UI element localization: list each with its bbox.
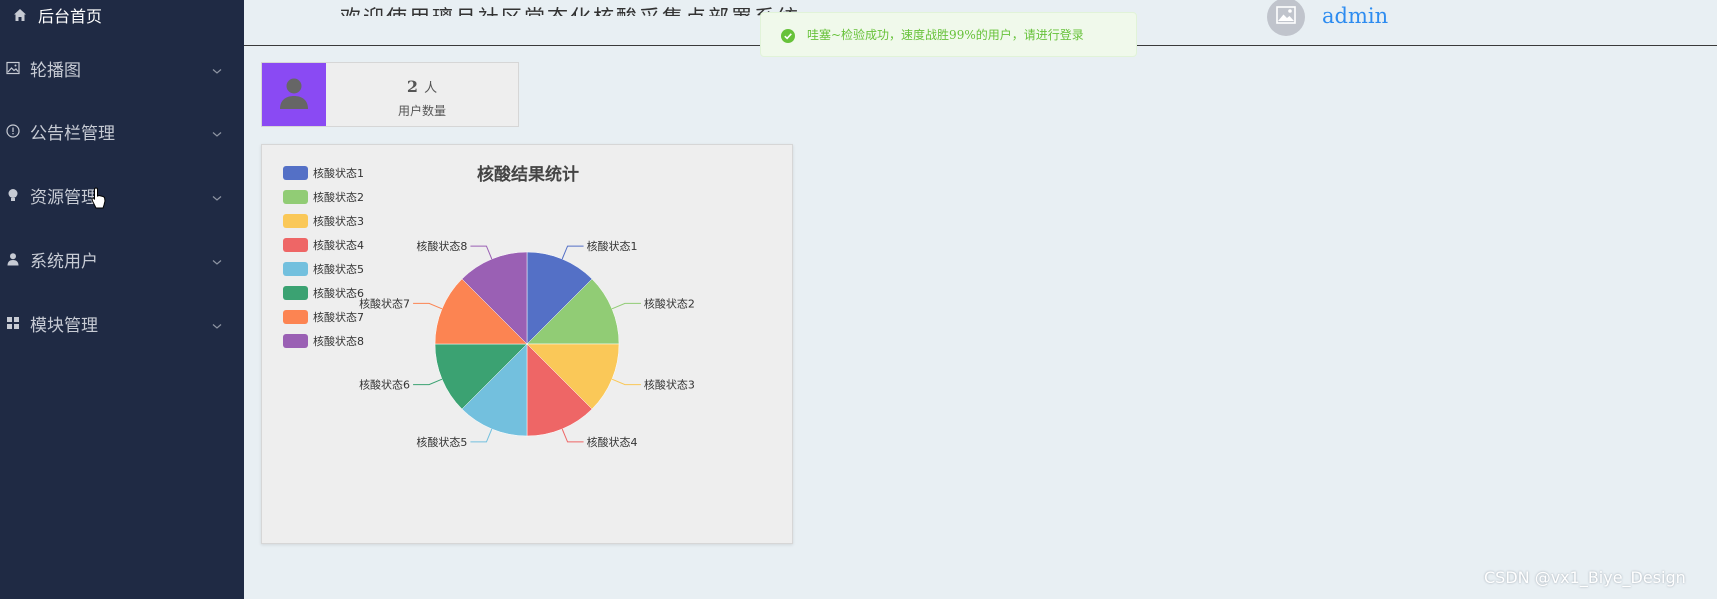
slice-label: 核酸状态3 <box>644 378 695 392</box>
legend-label[interactable]: 核酸状态2 <box>313 190 364 204</box>
sidebar-home-label: 后台首页 <box>38 7 103 26</box>
label-leader-line <box>413 378 443 386</box>
slice-label: 核酸状态4 <box>587 435 638 449</box>
sidebar: 后台首页 轮播图 公告栏管理 资源管理 系统用户 模块管理 <box>0 0 244 599</box>
sidebar-item-notice[interactable]: 公告栏管理 <box>0 111 244 151</box>
check-circle-icon <box>781 28 795 43</box>
sidebar-item-resources[interactable]: 资源管理 <box>0 175 244 215</box>
watermark: CSDN @vx1_Biye_Design <box>1484 568 1686 587</box>
pie-slices <box>434 251 620 437</box>
sidebar-item-label: 系统用户 <box>30 251 98 272</box>
slice-label: 核酸状态8 <box>416 239 467 253</box>
legend-label[interactable]: 核酸状态6 <box>313 286 364 300</box>
user-count-card: 2人 用户数量 <box>261 62 519 127</box>
sidebar-item-label: 资源管理 <box>30 187 98 208</box>
user-count-label: 用户数量 <box>397 104 446 118</box>
label-leader-line <box>611 302 641 310</box>
slice-label: 核酸状态7 <box>359 296 410 310</box>
label-leader-line <box>611 378 641 386</box>
home-icon <box>12 7 28 23</box>
sidebar-item-label: 公告栏管理 <box>30 123 115 144</box>
chevron-down-icon <box>211 317 223 329</box>
pie-chart: 核酸结果统计 核酸状态1核酸状态2核酸状态3核酸状态4核酸状态5核酸状态6核酸状… <box>283 164 695 449</box>
legend-label[interactable]: 核酸状态7 <box>313 310 364 324</box>
user-count: 2人 <box>326 77 518 96</box>
legend-label[interactable]: 核酸状态5 <box>313 262 364 276</box>
sidebar-item-carousel[interactable]: 轮播图 <box>0 48 244 88</box>
image-icon <box>5 60 21 76</box>
slice-label: 核酸状态6 <box>359 378 410 392</box>
legend-swatch[interactable] <box>283 190 308 204</box>
user-count-unit: 人 <box>424 81 438 96</box>
grid-icon <box>5 315 21 331</box>
chart-title: 核酸结果统计 <box>477 164 579 185</box>
image-placeholder-icon <box>1276 6 1296 28</box>
legend-swatch[interactable] <box>283 214 308 228</box>
slice-label: 核酸状态1 <box>587 239 638 253</box>
label-leader-line <box>470 428 493 443</box>
legend-swatch[interactable] <box>283 334 308 348</box>
chart-card: 核酸结果统计 核酸状态1 核酸状态2 核酸状态3 核酸状态4 核酸状态5 核酸状态6 核酸状… <box>261 144 793 544</box>
legend-label[interactable]: 核酸状态3 <box>313 214 364 228</box>
chart-legend: 核酸状态1 核酸状态2 核酸状态3 核酸状态4 核酸状态5 核酸状态6 核酸状态7 核酸状态8 <box>283 166 364 348</box>
sidebar-item-label: 轮播图 <box>30 60 81 81</box>
label-leader-line <box>561 428 584 443</box>
chevron-down-icon <box>211 62 223 74</box>
pointer-cursor-icon <box>91 187 107 209</box>
legend-swatch[interactable] <box>283 286 308 300</box>
user-count-value: 2 <box>406 77 419 96</box>
avatar[interactable] <box>1267 0 1305 36</box>
chevron-down-icon <box>211 189 223 201</box>
label-leader-line <box>470 245 493 260</box>
legend-swatch[interactable] <box>283 310 308 324</box>
legend-label[interactable]: 核酸状态1 <box>313 166 364 180</box>
legend-swatch[interactable] <box>283 166 308 180</box>
sidebar-item-label: 模块管理 <box>30 315 98 336</box>
legend-swatch[interactable] <box>283 238 308 252</box>
bulb-icon <box>5 187 21 203</box>
username-link[interactable]: admin <box>1322 4 1388 28</box>
chevron-down-icon <box>211 253 223 265</box>
legend-swatch[interactable] <box>283 262 308 276</box>
toast-message: 哇塞~检验成功，速度战胜99%的用户，请进行登录 <box>807 28 1084 42</box>
user-card-icon-box <box>262 63 326 126</box>
sidebar-item-modules[interactable]: 模块管理 <box>0 303 244 343</box>
info-icon <box>5 123 21 139</box>
legend-label[interactable]: 核酸状态4 <box>313 238 364 252</box>
label-leader-line <box>561 245 584 260</box>
label-leader-line <box>413 302 443 310</box>
success-toast: 哇塞~检验成功，速度战胜99%的用户，请进行登录 <box>760 12 1137 57</box>
page-title: 欢迎使用璃月社区常态化核酸采集点部署系统 <box>340 6 800 30</box>
slice-label: 核酸状态2 <box>644 296 695 310</box>
user-icon <box>5 251 21 267</box>
sidebar-home[interactable]: 后台首页 <box>12 3 102 27</box>
slice-label: 核酸状态5 <box>416 435 467 449</box>
chevron-down-icon <box>211 125 223 137</box>
legend-label[interactable]: 核酸状态8 <box>313 334 364 348</box>
sidebar-item-system-users[interactable]: 系统用户 <box>0 239 244 279</box>
user-icon <box>277 76 311 114</box>
